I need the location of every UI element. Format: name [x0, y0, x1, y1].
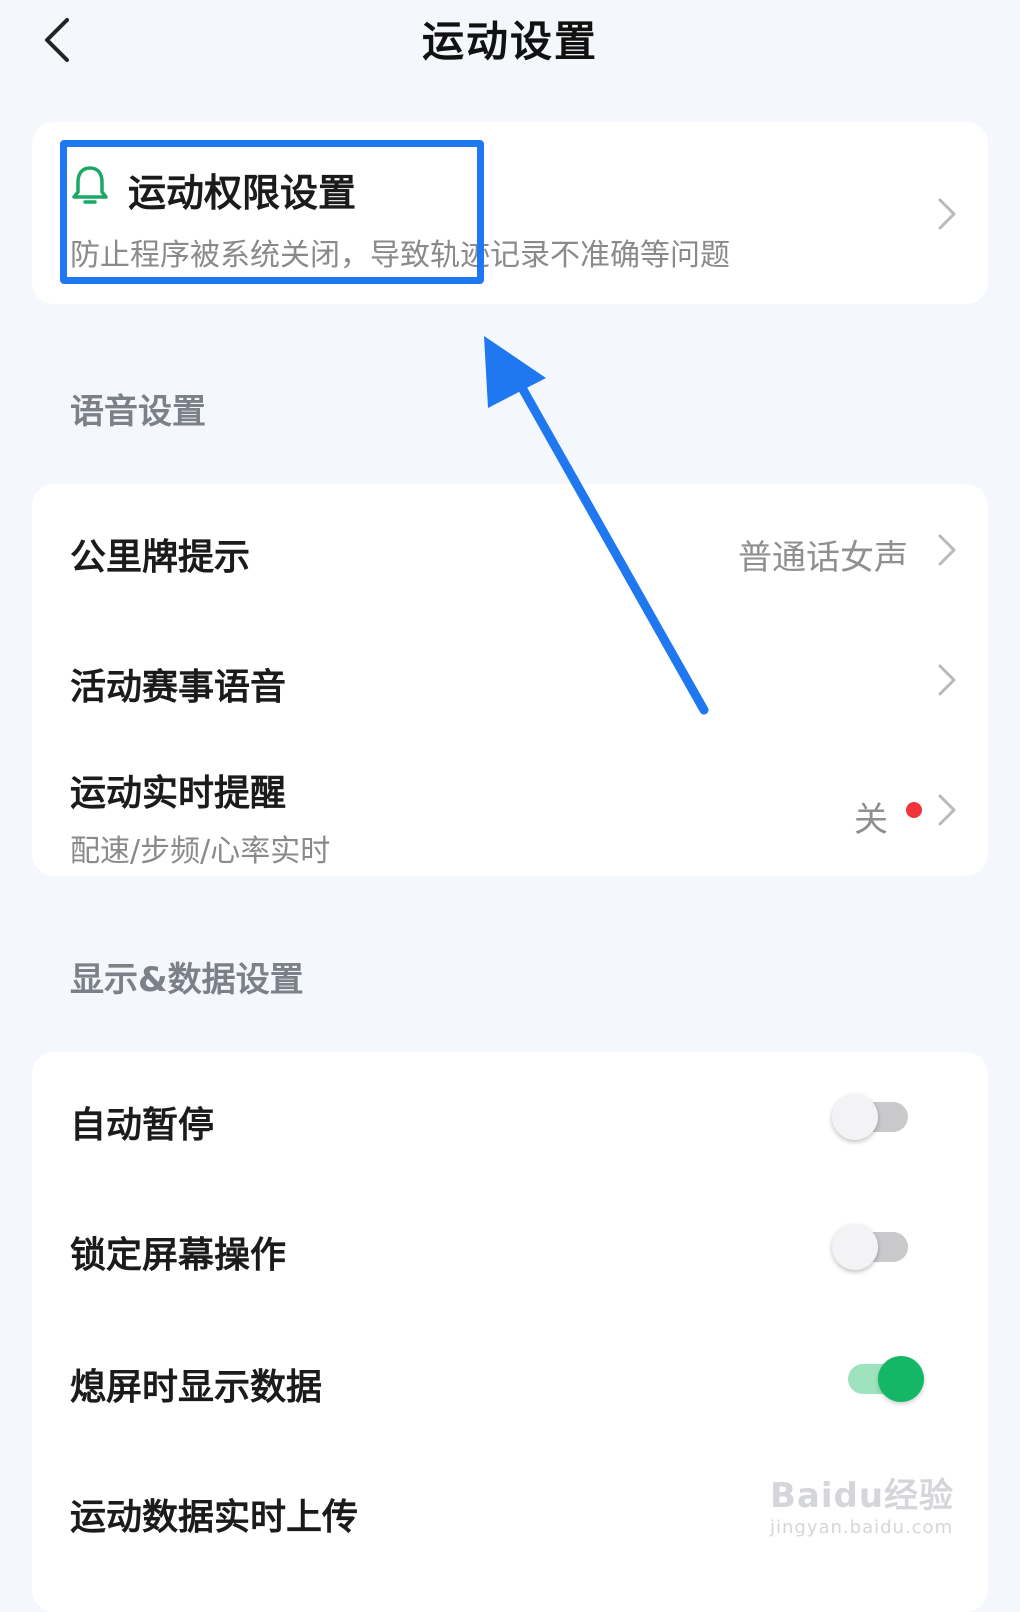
annotation-arrow-icon: [484, 336, 709, 715]
top-bar: 运动设置: [0, 0, 1020, 80]
event-voice-label: 活动赛事语音: [70, 667, 287, 708]
auto-pause-label: 自动暂停: [70, 1105, 215, 1146]
km-prompt-value: 普通话女声: [738, 538, 908, 578]
realtime-reminder-label: 运动实时提醒: [70, 773, 287, 814]
watermark-logo: Baidu经验 jingyan.baidu.com: [770, 1468, 954, 1538]
list-item-auto-pause: 自动暂停: [32, 1052, 988, 1184]
list-item-lock-screen: 锁定屏幕操作: [32, 1184, 988, 1314]
watermark-url: jingyan.baidu.com: [770, 1517, 954, 1538]
realtime-upload-label: 运动数据实时上传: [70, 1497, 359, 1538]
list-item-screen-off-data: 熄屏时显示数据: [32, 1314, 988, 1446]
chevron-right-icon: [938, 534, 956, 566]
km-prompt-label: 公里牌提示: [70, 537, 251, 578]
chevron-right-icon: [938, 198, 956, 230]
screen-off-data-label: 熄屏时显示数据: [70, 1367, 323, 1408]
annotation-highlight-box: [60, 140, 484, 284]
realtime-reminder-subtitle: 配速/步频/心率实时: [70, 834, 331, 869]
lock-screen-toggle[interactable]: [832, 1224, 910, 1270]
chevron-right-icon: [938, 794, 956, 826]
screen-off-data-toggle[interactable]: [846, 1356, 924, 1402]
auto-pause-toggle[interactable]: [832, 1094, 910, 1140]
watermark-main: Baidu经验: [770, 1476, 955, 1516]
section-title-voice: 语音设置: [70, 392, 206, 432]
realtime-reminder-value: 关: [854, 800, 888, 840]
section-title-display: 显示&数据设置: [70, 960, 304, 1000]
toggle-knob: [878, 1356, 924, 1402]
page-title: 运动设置: [421, 17, 598, 66]
red-dot-badge: [906, 802, 922, 818]
lock-screen-label: 锁定屏幕操作: [70, 1235, 287, 1276]
toggle-knob: [832, 1094, 878, 1140]
toggle-knob: [832, 1224, 878, 1270]
list-item-realtime-reminder[interactable]: 运动实时提醒 配速/步频/心率实时 关: [32, 744, 988, 876]
chevron-right-icon: [938, 664, 956, 696]
